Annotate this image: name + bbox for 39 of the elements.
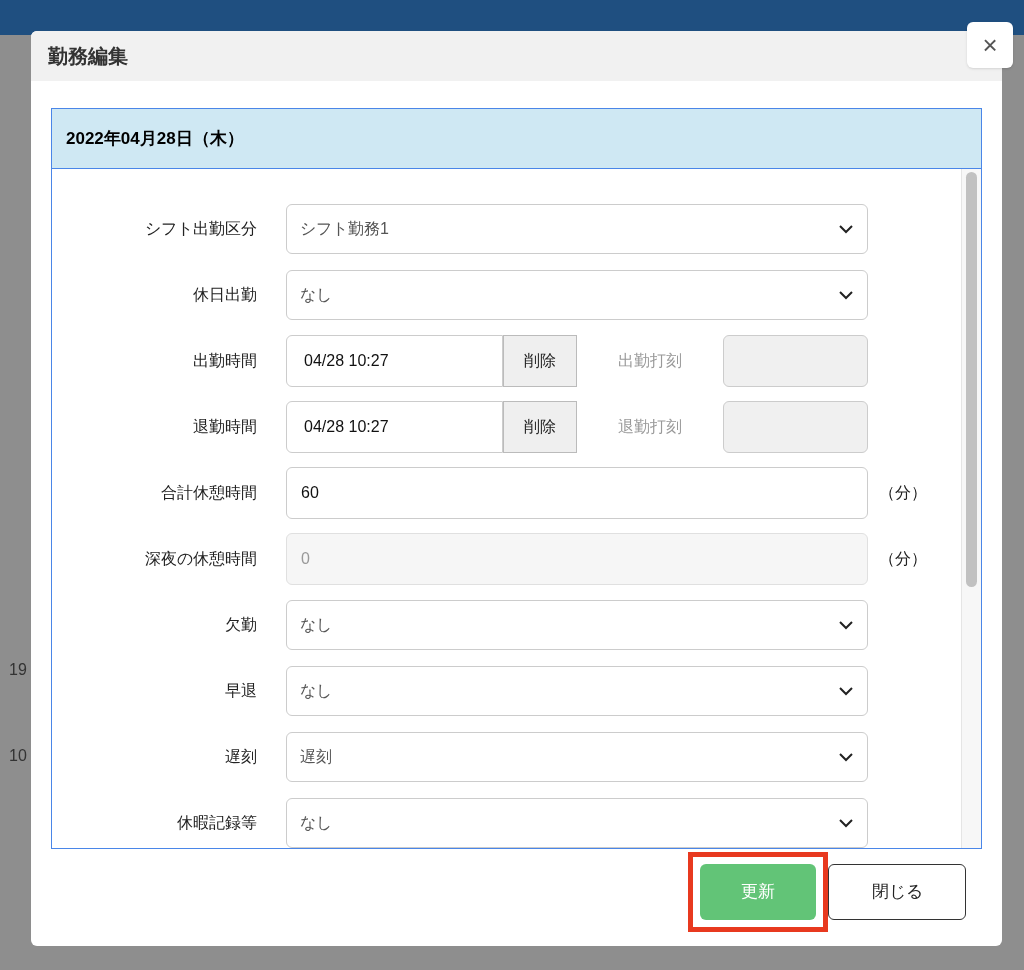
field-label: 退勤時間	[192, 417, 257, 437]
field-label: 遅刻	[224, 747, 257, 767]
select-field[interactable]: なし	[286, 600, 868, 650]
chevron-down-icon	[838, 290, 854, 300]
delete-button[interactable]: 削除	[503, 401, 577, 453]
chevron-down-icon	[838, 752, 854, 762]
background-cell-text: 10	[9, 746, 27, 766]
field-label: 休日出勤	[192, 285, 257, 305]
field-label: シフト出勤区分	[144, 219, 257, 239]
select-field[interactable]: なし	[286, 666, 868, 716]
field-label: 早退	[224, 681, 257, 701]
background-cell-text: 19	[9, 660, 27, 680]
time-input[interactable]: 04/28 10:27	[286, 401, 503, 453]
close-dialog-button[interactable]: 閉じる	[828, 864, 966, 920]
unit-label: （分）	[879, 483, 927, 503]
chevron-down-icon	[838, 620, 854, 630]
field-label: 深夜の休憩時間	[144, 549, 257, 569]
dialog-title: 勤務編集	[48, 44, 128, 69]
stamp-label: 出勤打刻	[617, 351, 683, 371]
unit-label: （分）	[879, 549, 927, 569]
select-field[interactable]: なし	[286, 798, 868, 848]
select-field[interactable]: なし	[286, 270, 868, 320]
scrollbar-thumb[interactable]	[966, 172, 977, 587]
chevron-down-icon	[838, 224, 854, 234]
field-label: 休暇記録等	[176, 813, 257, 833]
chevron-down-icon	[838, 686, 854, 696]
date-title: 2022年04月28日（木）	[66, 127, 244, 150]
select-field[interactable]: 遅刻	[286, 732, 868, 782]
field-label: 欠勤	[224, 615, 257, 635]
field-label: 出勤時間	[192, 351, 257, 371]
select-field[interactable]: シフト勤務1	[286, 204, 868, 254]
delete-button[interactable]: 削除	[503, 335, 577, 387]
close-button[interactable]: ×	[967, 22, 1013, 68]
stamp-label: 退勤打刻	[617, 417, 683, 437]
scrollbar[interactable]	[961, 169, 981, 848]
field-label: 合計休憩時間	[160, 483, 257, 503]
chevron-down-icon	[838, 818, 854, 828]
number-input[interactable]: 60	[286, 467, 868, 519]
time-input[interactable]: 04/28 10:27	[286, 335, 503, 387]
